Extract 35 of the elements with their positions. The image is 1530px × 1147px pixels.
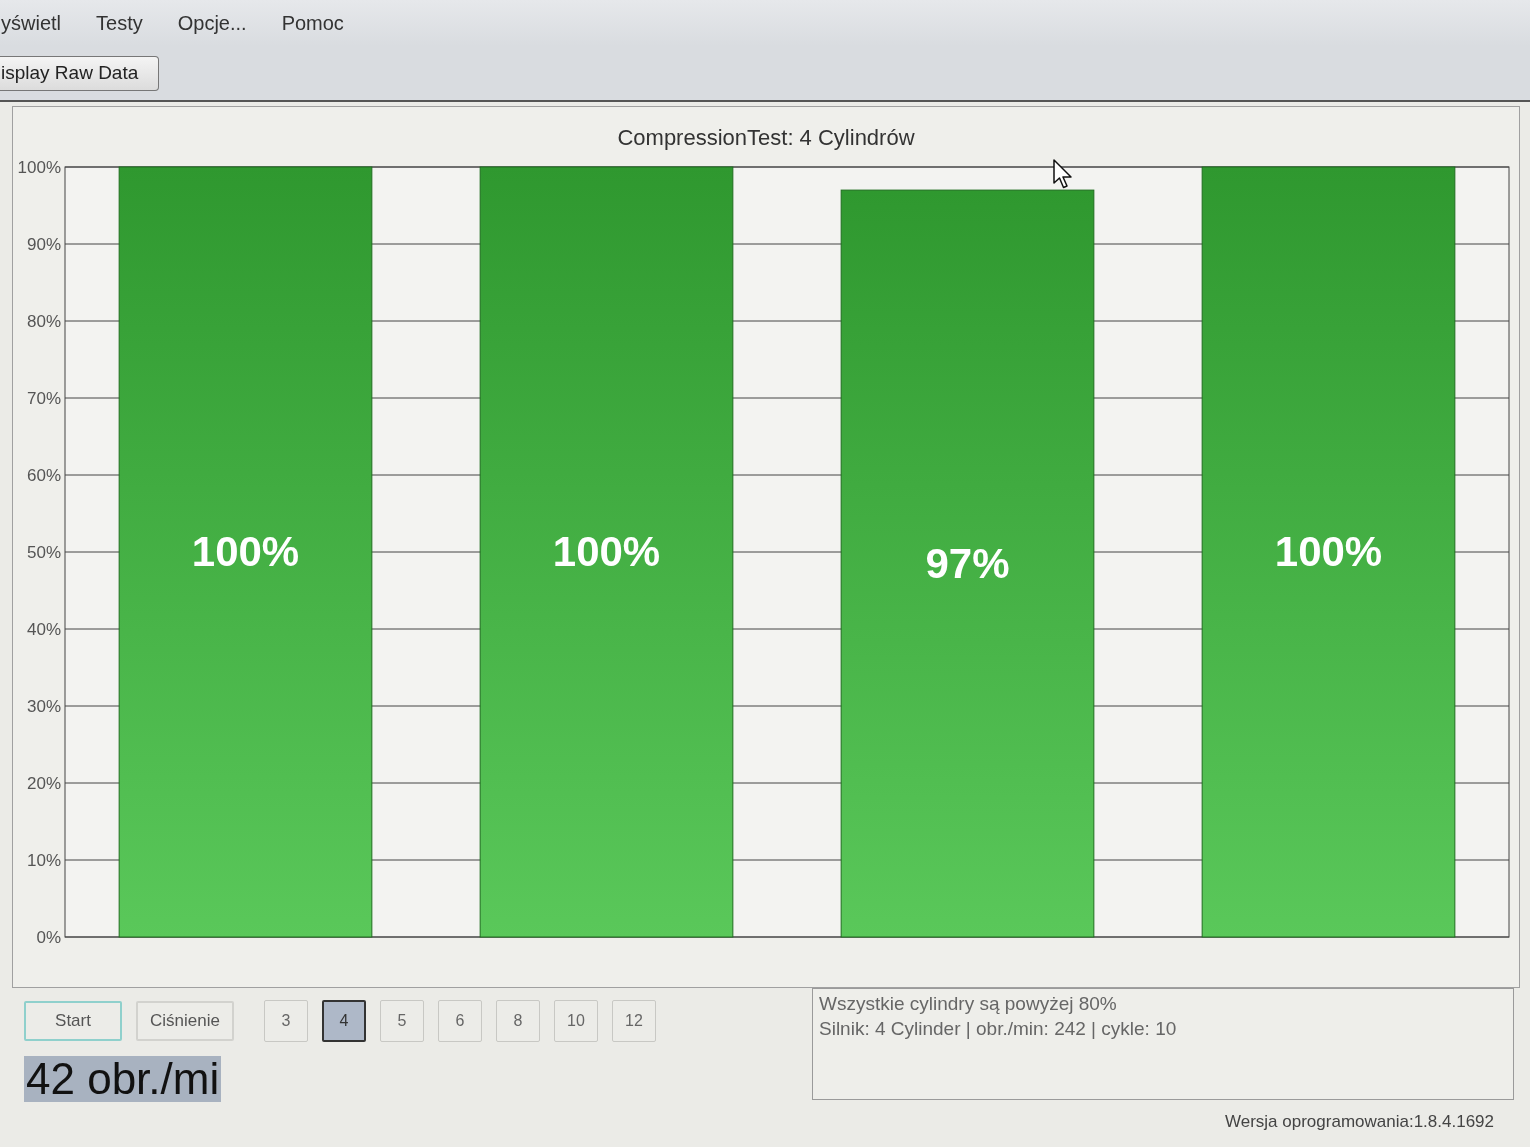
y-axis-label: 0% (36, 928, 61, 947)
bar-value-label: 100% (1274, 528, 1383, 575)
y-axis-label: 90% (26, 235, 61, 254)
rpm-display: 42 obr./mi (24, 1056, 222, 1102)
start-button[interactable]: Start (24, 1001, 122, 1041)
y-axis-label: 100% (17, 158, 61, 177)
cylinder-count-button[interactable]: 4 (322, 1000, 366, 1042)
status-line: Silnik: 4 Cylinder | obr./min: 242 | cykle: 10 (819, 1017, 1178, 1041)
bar-value-label: 97% (925, 539, 1010, 587)
cylinder-count-button[interactable]: 3 (264, 1000, 308, 1042)
raw-data-button[interactable]: isplay Raw Data (0, 55, 160, 91)
mouse-pointer-icon (1053, 159, 1073, 189)
y-axis-label: 70% (26, 389, 61, 408)
cylinder-count-button[interactable]: 12 (612, 1000, 656, 1042)
menu-item[interactable]: yświetl (0, 11, 61, 35)
y-axis-label: 60% (26, 466, 61, 485)
cylinder-count-button[interactable]: 8 (496, 1000, 540, 1042)
menu-item[interactable]: Pomoc (280, 11, 344, 35)
y-axis-label: 20% (26, 774, 61, 793)
bar-value-label: 100% (191, 528, 300, 575)
chart-title: CompressionTest: 4 Cylindrów (617, 125, 915, 150)
y-axis-label: 10% (26, 851, 61, 870)
status-line: Wszystkie cylindry są powyżej 80% (819, 992, 1118, 1016)
menu-item[interactable]: Opcje... (176, 11, 247, 35)
cylinder-count-button[interactable]: 6 (438, 1000, 482, 1042)
pressure-button[interactable]: Ciśnienie (136, 1001, 234, 1041)
y-axis-label: 40% (26, 620, 61, 639)
bar-value-label: 100% (552, 528, 661, 575)
cylinder-count-button[interactable]: 10 (554, 1000, 598, 1042)
y-axis-label: 80% (26, 312, 61, 331)
version-label: Wersja oprogramowania:1.8.4.1692 (1225, 1112, 1494, 1132)
cylinder-count-button[interactable]: 5 (380, 1000, 424, 1042)
y-axis-label: 30% (26, 697, 61, 716)
y-axis-label: 50% (26, 543, 61, 562)
menu-item[interactable]: Testy (95, 11, 143, 35)
